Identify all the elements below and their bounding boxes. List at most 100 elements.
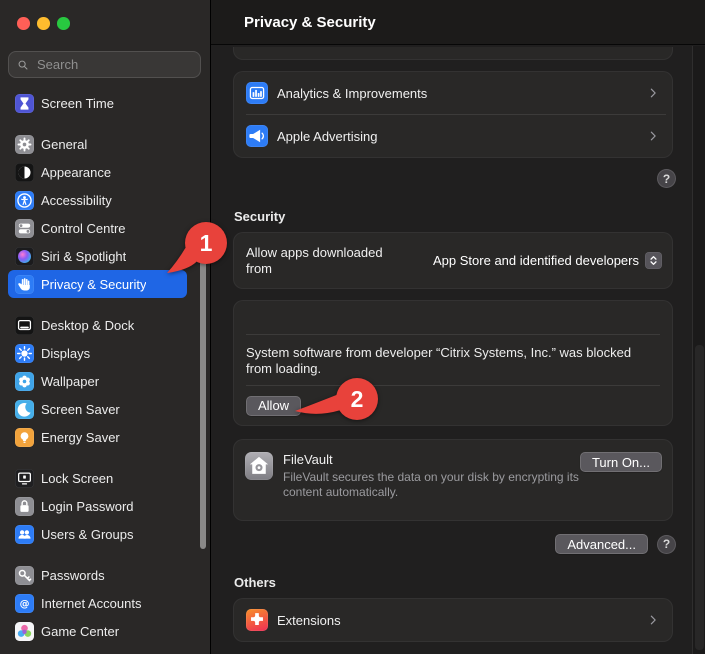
- padlock-icon: [15, 497, 34, 516]
- sidebar-group: Screen Time: [8, 89, 187, 117]
- search-icon: [16, 58, 30, 72]
- sidebar-item-label: Users & Groups: [41, 527, 133, 542]
- row-label: Extensions: [277, 613, 637, 628]
- sidebar-item-displays[interactable]: Displays: [8, 339, 187, 367]
- bulb-icon: [15, 428, 34, 447]
- desktop-icon: [15, 316, 34, 335]
- settings-row-extensions[interactable]: Extensions: [234, 599, 672, 641]
- close-button[interactable]: [17, 17, 30, 30]
- sidebar-item-label: Wallpaper: [41, 374, 99, 389]
- gear-icon: [15, 135, 34, 154]
- others-heading: Others: [234, 575, 673, 590]
- analytics-icon: [246, 82, 268, 104]
- advanced-button[interactable]: Advanced...: [555, 534, 648, 554]
- callout-1: 1: [160, 218, 232, 280]
- zoom-button[interactable]: [57, 17, 70, 30]
- hand-icon: [15, 275, 34, 294]
- sidebar-item-screen-time[interactable]: Screen Time: [8, 89, 187, 117]
- gatekeeper-popup[interactable]: App Store and identified developers: [433, 252, 662, 269]
- sidebar-item-label: Control Centre: [41, 221, 126, 236]
- callout-1-number: 1: [200, 230, 213, 256]
- sidebar-item-appearance[interactable]: Appearance: [8, 158, 187, 186]
- at-icon: @: [15, 594, 34, 613]
- filevault-description: FileVault secures the data on your disk …: [283, 470, 580, 500]
- sidebar-scrollbar[interactable]: [200, 255, 206, 549]
- sidebar-item-label: Appearance: [41, 165, 111, 180]
- users-icon: [15, 525, 34, 544]
- sidebar-group: Desktop & Dock Displays Wallpaper Screen Sa…: [8, 311, 187, 451]
- sidebar-item-label: General: [41, 137, 87, 152]
- chevron-right-icon: [646, 86, 660, 100]
- sidebar-item-label: Game Center: [41, 624, 119, 639]
- sidebar-item-login-password[interactable]: Login Password: [8, 492, 187, 520]
- flower-icon: [15, 372, 34, 391]
- sidebar-list: Screen Time General Appearance Accessibilit…: [8, 89, 187, 654]
- contrast-icon: [15, 163, 34, 182]
- main-header: Privacy & Security: [211, 0, 705, 45]
- sidebar-item-passwords[interactable]: Passwords: [8, 561, 187, 589]
- sidebar-item-label: Privacy & Security: [41, 277, 146, 292]
- sidebar-item-general[interactable]: General: [8, 130, 187, 158]
- sidebar-item-screen-saver[interactable]: Screen Saver: [8, 395, 187, 423]
- row-label: Analytics & Improvements: [277, 86, 637, 101]
- turn-on-button[interactable]: Turn On...: [580, 452, 662, 472]
- lock-screen-icon: [15, 469, 34, 488]
- sidebar-item-internet-accounts[interactable]: @ Internet Accounts: [8, 589, 187, 617]
- sidebar-item-accessibility[interactable]: Accessibility: [8, 186, 187, 214]
- sidebar-item-label: Internet Accounts: [41, 596, 141, 611]
- sidebar-item-label: Displays: [41, 346, 90, 361]
- filevault-box: FileVault FileVault secures the data on …: [233, 439, 673, 521]
- main-pane: Privacy & Security Analytics & Improveme…: [210, 0, 705, 654]
- sidebar-item-label: Screen Saver: [41, 402, 120, 417]
- settings-row-apple-advertising[interactable]: Apple Advertising: [234, 115, 672, 157]
- sidebar-item-label: Screen Time: [41, 96, 114, 111]
- gatekeeper-box: Allow apps downloaded from App Store and…: [233, 232, 673, 289]
- stepper-icon: [645, 252, 662, 269]
- sidebar-item-label: Passwords: [41, 568, 105, 583]
- main-scrollbar[interactable]: [695, 345, 704, 650]
- blocked-message: System software from developer “Citrix S…: [246, 345, 658, 376]
- callout-2: 2: [293, 377, 381, 423]
- sidebar-item-label: Accessibility: [41, 193, 112, 208]
- privacy-group-box: Analytics & Improvements Apple Advertisin…: [233, 71, 673, 158]
- sidebar-item-wallpaper[interactable]: Wallpaper: [8, 367, 187, 395]
- chevron-right-icon: [646, 129, 660, 143]
- settings-row-analytics-improvements[interactable]: Analytics & Improvements: [234, 72, 672, 114]
- filevault-title: FileVault: [283, 452, 580, 467]
- gamecenter-icon: [15, 622, 34, 641]
- main-scroll-divider: [692, 46, 693, 654]
- help-button-security[interactable]: ?: [657, 535, 676, 554]
- filevault-icon: [245, 452, 273, 480]
- sidebar-item-energy-saver[interactable]: Energy Saver: [8, 423, 187, 451]
- toggles-icon: [15, 219, 34, 238]
- clipped-group-box: [233, 47, 673, 60]
- sidebar-item-label: Login Password: [41, 499, 134, 514]
- gatekeeper-label: Allow apps downloaded from: [246, 245, 406, 276]
- callout-2-number: 2: [351, 386, 364, 412]
- security-heading: Security: [234, 209, 673, 224]
- search-field[interactable]: [8, 51, 201, 78]
- puzzle-icon: [246, 609, 268, 631]
- sidebar-item-lock-screen[interactable]: Lock Screen: [8, 464, 187, 492]
- megaphone-icon: [246, 125, 268, 147]
- help-button[interactable]: ?: [657, 169, 676, 188]
- sidebar-group: Lock Screen Login Password Users & Groups: [8, 464, 187, 548]
- minimize-button[interactable]: [37, 17, 50, 30]
- accessibility-icon: [15, 191, 34, 210]
- hourglass-icon: [15, 94, 34, 113]
- gatekeeper-value: App Store and identified developers: [433, 253, 639, 268]
- sidebar-item-label: Siri & Spotlight: [41, 249, 126, 264]
- chevron-right-icon: [646, 613, 660, 627]
- sidebar-item-game-center[interactable]: Game Center: [8, 617, 187, 645]
- sidebar-item-label: Energy Saver: [41, 430, 120, 445]
- sidebar-item-desktop-dock[interactable]: Desktop & Dock: [8, 311, 187, 339]
- sidebar-item-users-groups[interactable]: Users & Groups: [8, 520, 187, 548]
- svg-text:@: @: [20, 599, 30, 610]
- sidebar-group: Passwords @ Internet Accounts Game Center: [8, 561, 187, 645]
- search-input[interactable]: [35, 56, 193, 73]
- system-settings-window: Screen Time General Appearance Accessibilit…: [0, 0, 705, 654]
- moon-icon: [15, 400, 34, 419]
- sidebar: Screen Time General Appearance Accessibilit…: [0, 0, 210, 654]
- sidebar-item-label: Lock Screen: [41, 471, 113, 486]
- siri-icon: [15, 247, 34, 266]
